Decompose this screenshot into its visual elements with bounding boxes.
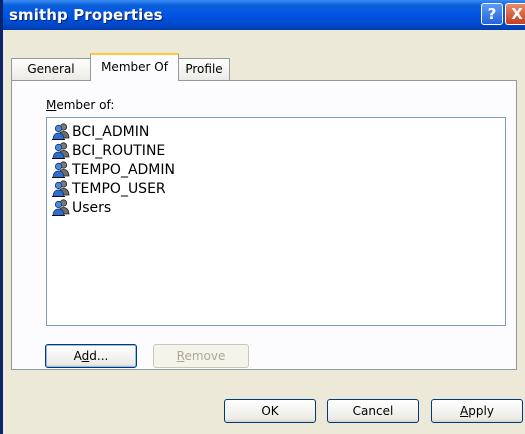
member-of-listbox[interactable]: BCI_ADMIN BCI_ROUTINE TEMPO_ADMIN TEMPO_USE… bbox=[46, 117, 506, 326]
tab-member-of[interactable]: Member Of bbox=[90, 53, 179, 81]
add-button[interactable]: Add... bbox=[45, 344, 137, 368]
list-item[interactable]: TEMPO_ADMIN bbox=[47, 160, 505, 179]
list-item[interactable]: TEMPO_USER bbox=[47, 179, 505, 198]
list-item-label: BCI_ROUTINE bbox=[72, 142, 166, 159]
tab-general[interactable]: General bbox=[11, 58, 91, 80]
member-of-panel: Member of: BCI_ADMIN BCI_ROUTINE TEMPO_ADM… bbox=[11, 80, 517, 370]
list-item[interactable]: Users bbox=[47, 198, 505, 217]
list-item[interactable]: BCI_ADMIN bbox=[47, 122, 505, 141]
group-icon bbox=[52, 161, 70, 178]
member-of-label: Member of: bbox=[46, 98, 115, 112]
ok-button[interactable]: OK bbox=[224, 399, 316, 423]
remove-button[interactable]: Remove bbox=[153, 344, 249, 368]
list-item[interactable]: BCI_ROUTINE bbox=[47, 141, 505, 160]
close-button[interactable]: X bbox=[505, 3, 525, 25]
title-bar[interactable]: smithp Properties ? X bbox=[3, 0, 525, 30]
properties-dialog: smithp Properties ? X General Member Of … bbox=[0, 0, 525, 434]
cancel-button[interactable]: Cancel bbox=[327, 399, 419, 423]
tab-profile[interactable]: Profile bbox=[178, 58, 230, 80]
apply-button[interactable]: Apply bbox=[431, 399, 523, 423]
group-icon bbox=[52, 180, 70, 197]
group-icon bbox=[52, 142, 70, 159]
list-item-label: TEMPO_USER bbox=[72, 180, 166, 197]
list-item-label: TEMPO_ADMIN bbox=[72, 161, 175, 178]
list-item-label: BCI_ADMIN bbox=[72, 123, 150, 140]
window-title: smithp Properties bbox=[9, 6, 163, 24]
group-icon bbox=[52, 199, 70, 216]
list-item-label: Users bbox=[72, 199, 112, 216]
group-icon bbox=[52, 123, 70, 140]
help-button[interactable]: ? bbox=[481, 3, 503, 25]
